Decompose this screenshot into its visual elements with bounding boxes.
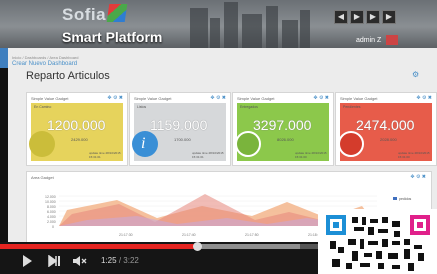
x-tick: 21:17:40 — [182, 233, 196, 237]
play-icon[interactable] — [23, 255, 32, 267]
widget-update-time: update time 28/10/2015 15:31:00 — [295, 151, 327, 159]
x-tick: 21:17:30 — [119, 233, 133, 237]
widget-panel: Pendientes 2474.000 2028.000 update time… — [338, 103, 432, 161]
settings-gear-icon[interactable]: ⚙ — [412, 70, 419, 79]
widget-value: 3297.000 — [253, 117, 312, 133]
simple-value-gadget: Simple Value Gadget ✥ ⚙ ✖ Entregados 329… — [232, 92, 334, 166]
widget-controls[interactable]: ✥ ⚙ ✖ — [107, 95, 123, 101]
widget-secondary-value: 8026.000 — [277, 137, 294, 142]
widget-subtitle: Pendientes — [343, 105, 361, 109]
power-icon — [338, 131, 364, 157]
total-time: 3:22 — [123, 256, 139, 265]
skyline-building — [266, 6, 278, 48]
widget-subtitle: Entregados — [240, 105, 258, 109]
page-title: Reparto Articulos — [26, 70, 110, 82]
time-display: 1:25 / 3:22 — [101, 256, 139, 265]
y-tick: 4.000 — [47, 215, 56, 219]
info-icon: i — [132, 131, 158, 157]
progress-played — [0, 244, 200, 249]
current-time: 1:25 — [101, 256, 117, 265]
widget-secondary-value: 2429.000 — [71, 137, 88, 142]
widget-panel: En Camino 1200.000 2429.000 update time … — [29, 103, 123, 161]
platform-header: Sofia Smart Platform ◀ ▶ ▶ ▶ admin Z — [0, 0, 437, 48]
skyline-building — [242, 14, 262, 48]
user-label[interactable]: admin Z — [356, 37, 381, 44]
y-tick: 2.000 — [47, 220, 56, 224]
brand-logo-icon — [106, 4, 128, 22]
y-tick: 8.000 — [47, 205, 56, 209]
y-tick: 0 — [52, 225, 54, 229]
widget-update-time: update time 28/10/2015 15:31:01 — [89, 151, 121, 159]
header-button-1[interactable]: ◀ — [334, 10, 348, 24]
y-tick: 12.000 — [45, 195, 56, 199]
platform-title: Smart Platform — [62, 29, 163, 45]
y-tick: 6.000 — [47, 210, 56, 214]
cloud-icon — [29, 131, 55, 157]
video-frame: Sofia Smart Platform ◀ ▶ ▶ ▶ admin Z Ini… — [0, 0, 437, 274]
check-icon — [235, 131, 261, 157]
header-button-4[interactable]: ▶ — [382, 10, 396, 24]
widget-controls[interactable]: ✥ ⚙ ✖ — [210, 95, 226, 101]
x-tick: 21:17:50 — [245, 233, 259, 237]
widget-value: 2474.000 — [356, 117, 415, 133]
brand-name: Sofia — [62, 5, 107, 24]
skyline-building — [224, 2, 238, 48]
simple-value-gadget: Simple Value Gadget ✥ ⚙ ✖ En Camino 1200… — [26, 92, 128, 166]
widget-subtitle: En Camino — [34, 105, 52, 109]
breadcrumb[interactable]: Inicio / Dashboards / Area Dashboard — [12, 55, 78, 60]
avatar[interactable] — [386, 35, 398, 45]
widget-title: Simple Value Gadget — [340, 96, 378, 101]
widget-subtitle: Listos — [137, 105, 147, 109]
volume-icon[interactable] — [72, 255, 88, 267]
qr-code — [318, 209, 437, 274]
skyline-building — [210, 18, 220, 48]
widget-title: Simple Value Gadget — [237, 96, 275, 101]
skyline-building — [190, 8, 208, 48]
legend-label: pedidos — [399, 197, 412, 201]
widget-value: 1200.000 — [47, 117, 106, 133]
header-button-3[interactable]: ▶ — [366, 10, 380, 24]
legend-swatch — [393, 197, 397, 200]
widget-panel: Entregados 3297.000 8026.000 update time… — [235, 103, 329, 161]
simple-value-gadget: Simple Value Gadget ✥ ⚙ ✖ Pendientes 247… — [335, 92, 437, 166]
widget-title: Simple Value Gadget — [31, 96, 69, 101]
header-button-2[interactable]: ▶ — [350, 10, 364, 24]
simple-value-gadget: Simple Value Gadget ✥ ⚙ ✖ Listos i 1159.… — [129, 92, 231, 166]
widget-controls[interactable]: ✥ ⚙ ✖ — [416, 95, 432, 101]
new-dashboard-link[interactable]: Crear Nuevo Dashboard — [12, 61, 77, 67]
widget-update-time: update time 28/10/2015 15:31:00 — [398, 151, 430, 159]
widget-secondary-value: 1700.000 — [174, 137, 191, 142]
skyline-building — [282, 20, 298, 48]
sidebar-toggle[interactable] — [0, 48, 8, 68]
y-tick: 10.000 — [45, 200, 56, 204]
widget-value: 1159.000 — [150, 117, 208, 133]
widget-panel: Listos i 1159.000 1700.000 update time 2… — [132, 103, 226, 161]
next-icon[interactable] — [48, 255, 62, 267]
progress-scrubber[interactable] — [193, 242, 202, 251]
widget-controls[interactable]: ✥ ⚙ ✖ — [313, 95, 329, 101]
skyline-building — [300, 10, 310, 48]
widget-update-time: update time 28/10/2015 15:31:01 — [192, 151, 224, 159]
widget-title: Simple Value Gadget — [134, 96, 172, 101]
widget-secondary-value: 2028.000 — [380, 137, 397, 142]
